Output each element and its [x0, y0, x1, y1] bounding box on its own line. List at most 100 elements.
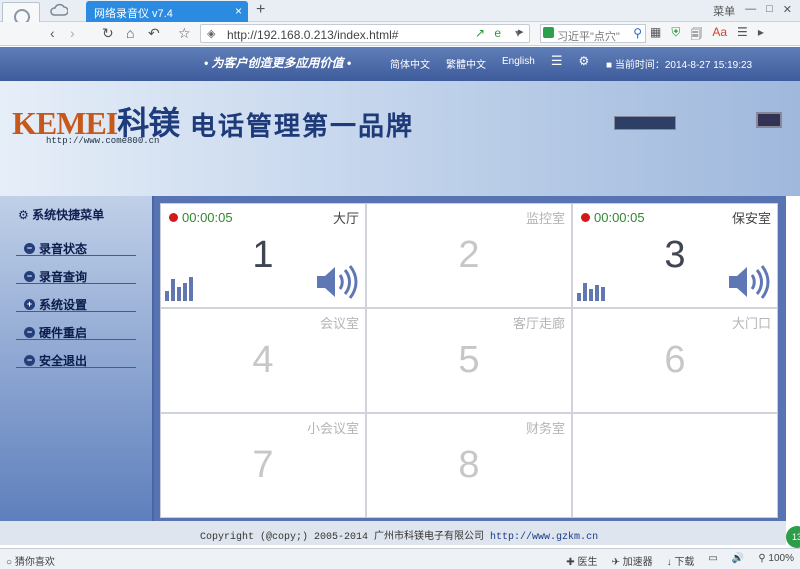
- recording-timer: 00:00:05: [594, 210, 645, 225]
- go-icon[interactable]: ▸: [518, 25, 524, 38]
- browser-tab[interactable]: 网络录音仪 v7.4 ×: [86, 1, 248, 22]
- window-controls: 菜单 — □ ✕: [713, 3, 792, 19]
- minus-icon: −: [24, 327, 35, 338]
- search-box[interactable]: 习近平"点穴" ⚲: [540, 24, 646, 43]
- channel-number: 8: [458, 444, 480, 486]
- network-switch-image: [614, 116, 676, 130]
- footer-left: [0, 521, 152, 545]
- channel-cell[interactable]: [573, 414, 777, 517]
- new-tab-button[interactable]: +: [256, 1, 265, 19]
- channel-number: 5: [458, 339, 480, 381]
- close-window-button[interactable]: ✕: [783, 3, 792, 19]
- channel-cell[interactable]: 00:00:05 保安室 3: [573, 204, 777, 307]
- menu-icon[interactable]: ☰: [551, 53, 563, 71]
- channel-name: 大厅: [332, 211, 359, 226]
- address-bar[interactable]: ◈ http://192.168.0.213/index.html# ↗ e ▾: [200, 24, 530, 43]
- more-icon[interactable]: ▸: [758, 25, 764, 46]
- back-icon[interactable]: ‹: [50, 25, 55, 41]
- minus-icon: −: [24, 243, 35, 254]
- company-url: http://www.come800.cn: [46, 136, 160, 146]
- checkbox-icon: ■: [606, 60, 613, 71]
- speaker-icon[interactable]: [315, 264, 359, 303]
- menu-button[interactable]: 菜单: [713, 3, 735, 19]
- refresh-icon[interactable]: ↻: [102, 25, 114, 42]
- lang-english-link[interactable]: English: [502, 56, 535, 71]
- channel-name: 财务室: [525, 421, 565, 436]
- channel-name: 大门口: [731, 316, 771, 331]
- footer-link[interactable]: http://www.gzkm.cn: [490, 532, 598, 543]
- extensions: ▦ ⛨ 🗐 Aa ☰ ▸: [650, 25, 764, 46]
- footer: Copyright (@copy;) 2005-2014 广州市科镁电子有限公司…: [152, 521, 786, 545]
- zoom-level[interactable]: ⚲ 100%: [758, 553, 794, 568]
- cloud-icon[interactable]: [50, 3, 69, 20]
- lang-traditional-link[interactable]: 繁體中文: [446, 56, 486, 71]
- channel-number: 4: [252, 339, 274, 381]
- security-icon[interactable]: ⛨: [671, 25, 680, 46]
- channel-number: 7: [252, 444, 274, 486]
- channel-name: 会议室: [319, 316, 359, 331]
- record-dot-icon: [169, 213, 178, 222]
- window-icon[interactable]: ▭: [708, 553, 717, 568]
- doctor-button[interactable]: ✚ 医生: [566, 553, 597, 568]
- accelerator-button[interactable]: ✈ 加速器: [611, 553, 652, 568]
- lang-simplified-link[interactable]: 简体中文: [390, 56, 430, 71]
- channel-cell[interactable]: 会议室 4: [161, 309, 365, 412]
- translate-icon[interactable]: 🗐: [690, 25, 702, 46]
- tab-title: 网络录音仪 v7.4: [94, 8, 173, 20]
- notification-badge[interactable]: 13: [786, 526, 800, 548]
- channel-name: 监控室: [525, 211, 565, 226]
- minus-icon: −: [24, 271, 35, 282]
- undo-icon[interactable]: ↶: [148, 25, 160, 42]
- sidebar-item-logout[interactable]: − 安全退出: [15, 352, 137, 369]
- channel-cell[interactable]: 00:00:05 大厅 1: [161, 204, 365, 307]
- channel-cell[interactable]: 大门口 6: [573, 309, 777, 412]
- search-icon[interactable]: ⚲: [633, 26, 642, 40]
- recommend-link[interactable]: ○ 猜你喜欢: [6, 553, 55, 568]
- banner-headline: 电话管理第一品牌: [190, 111, 415, 141]
- channel-name: 保安室: [731, 211, 771, 226]
- channel-grid: 00:00:05 大厅 1 监控室 2 00:00:05 保安室 3 会议室 4 客厅走廊 5 大门口 6…: [160, 203, 778, 518]
- channel-number: 2: [458, 234, 480, 276]
- search-text: 习近平"点穴": [557, 31, 620, 43]
- current-time: ■ 当前时间：2014-8-27 15:19:23: [606, 60, 753, 71]
- maximize-button[interactable]: □: [766, 3, 773, 19]
- sidebar-item-record-query[interactable]: − 录音查询: [15, 268, 137, 285]
- recording-timer: 00:00:05: [182, 210, 233, 225]
- slogan: • 为客户创造更多应用价值 •: [204, 56, 352, 70]
- tab-close-icon[interactable]: ×: [235, 4, 242, 18]
- sound-icon[interactable]: 🔊: [732, 553, 744, 568]
- recording-indicator: 00:00:05: [581, 210, 645, 225]
- status-bar: ○ 猜你喜欢 ✚ 医生 ✈ 加速器 ↓ 下载 ▭ 🔊 ⚲ 100%: [0, 548, 800, 569]
- speaker-icon[interactable]: [727, 264, 771, 303]
- download-button[interactable]: ↓ 下载: [667, 553, 695, 568]
- apps-icon[interactable]: ▦: [650, 25, 661, 46]
- star-icon[interactable]: ☆: [178, 25, 191, 42]
- sidebar-item-hardware-restart[interactable]: − 硬件重启: [15, 324, 137, 341]
- channel-cell[interactable]: 财务室 8: [367, 414, 571, 517]
- sidebar-title: ⚙ 系统快捷菜单: [18, 208, 105, 222]
- tools-icon[interactable]: ☰: [737, 25, 748, 46]
- channel-cell[interactable]: 小会议室 7: [161, 414, 365, 517]
- search-engine-icon[interactable]: [543, 27, 554, 38]
- sidebar-item-record-status[interactable]: − 录音状态: [15, 240, 137, 257]
- volume-bars-icon: [165, 277, 193, 301]
- ie-icon[interactable]: e: [494, 26, 501, 40]
- forward-icon[interactable]: ›: [70, 25, 75, 41]
- settings-icon[interactable]: ⚙: [578, 54, 589, 71]
- sidebar-item-system-settings[interactable]: + 系统设置: [15, 296, 137, 313]
- minus-icon: −: [24, 355, 35, 366]
- channel-cell[interactable]: 客厅走廊 5: [367, 309, 571, 412]
- language-switch: 简体中文 繁體中文 English ☰ ⚙: [390, 53, 589, 71]
- shield-icon: ◈: [207, 28, 216, 40]
- volume-bars-icon: [577, 283, 605, 301]
- record-dot-icon: [581, 213, 590, 222]
- address-text: http://192.168.0.213/index.html#: [227, 28, 399, 42]
- channel-name: 客厅走廊: [512, 316, 565, 331]
- laptop-image: [756, 112, 782, 128]
- channel-cell[interactable]: 监控室 2: [367, 204, 571, 307]
- share-icon[interactable]: ↗: [475, 26, 485, 40]
- home-icon[interactable]: ⌂: [126, 25, 134, 41]
- pdf-icon[interactable]: Aa: [712, 25, 727, 46]
- minimize-button[interactable]: —: [745, 3, 756, 19]
- recording-indicator: 00:00:05: [169, 210, 233, 225]
